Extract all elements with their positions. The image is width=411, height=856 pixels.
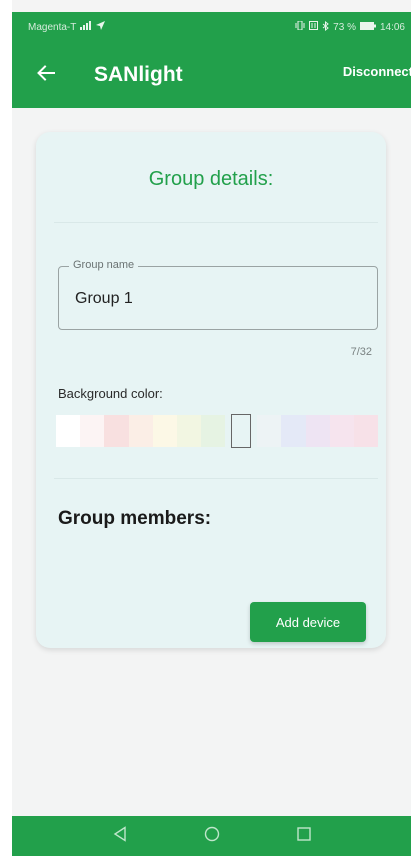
- color-swatch[interactable]: [329, 415, 354, 447]
- divider: [54, 478, 378, 479]
- color-swatch[interactable]: [305, 415, 330, 447]
- nav-recents-icon: [296, 826, 311, 846]
- color-swatch[interactable]: [176, 415, 202, 447]
- background-color-label: Background color:: [58, 386, 163, 401]
- group-name-field[interactable]: Group name: [58, 259, 378, 330]
- character-counter: 7/32: [350, 346, 372, 358]
- nfc-icon: [309, 21, 319, 33]
- group-name-label: Group name: [69, 259, 139, 271]
- color-swatch[interactable]: [104, 415, 129, 447]
- color-swatch[interactable]: [80, 415, 105, 447]
- color-swatch[interactable]: [257, 415, 282, 447]
- content-area: Group details: Group name 7/32 Backgroun…: [12, 108, 411, 816]
- screen-edge: [0, 0, 12, 856]
- color-swatch[interactable]: [152, 415, 177, 447]
- location-icon: [96, 21, 106, 33]
- group-name-input[interactable]: [73, 289, 367, 309]
- carrier-name: Magenta-T: [28, 21, 77, 33]
- disconnect-button[interactable]: Disconnect: [343, 64, 411, 79]
- color-swatch[interactable]: [56, 415, 81, 447]
- battery-icon: [359, 21, 376, 33]
- system-nav-bar: [12, 816, 411, 856]
- color-swatch[interactable]: [281, 415, 306, 447]
- nav-back-button[interactable]: [108, 824, 132, 848]
- group-members-title: Group members:: [58, 508, 212, 529]
- vibrate-icon: [295, 20, 305, 33]
- back-button[interactable]: [22, 51, 70, 99]
- arrow-left-icon: [37, 64, 55, 86]
- color-swatch[interactable]: [353, 415, 379, 447]
- color-swatch[interactable]: [128, 415, 153, 447]
- app-bar: SANlight Disconnect: [12, 42, 411, 108]
- app-screen: Magenta-T 73 % 14:06 SANlight Disconnect…: [0, 0, 411, 856]
- color-swatch[interactable]: [201, 415, 226, 447]
- status-left: Magenta-T: [28, 21, 106, 33]
- nav-home-icon: [204, 826, 220, 847]
- add-device-button[interactable]: Add device: [250, 602, 366, 642]
- signal-icon: [80, 21, 92, 33]
- status-right: 73 % 14:06: [295, 20, 405, 34]
- nav-back-icon: [113, 825, 127, 847]
- color-swatch-selected[interactable]: [231, 414, 252, 448]
- bluetooth-icon: [322, 20, 329, 34]
- nav-home-button[interactable]: [200, 824, 224, 848]
- card-title: Group details:: [148, 168, 274, 190]
- clock: 14:06: [379, 21, 405, 33]
- group-details-card: Group details: Group name 7/32 Backgroun…: [36, 132, 386, 648]
- divider: [54, 222, 378, 223]
- nav-recents-button[interactable]: [292, 824, 316, 848]
- battery-percent: 73 %: [333, 21, 356, 33]
- color-swatch-row: [56, 414, 379, 448]
- status-bar: Magenta-T 73 % 14:06: [12, 12, 411, 42]
- app-title: SANlight: [94, 63, 183, 86]
